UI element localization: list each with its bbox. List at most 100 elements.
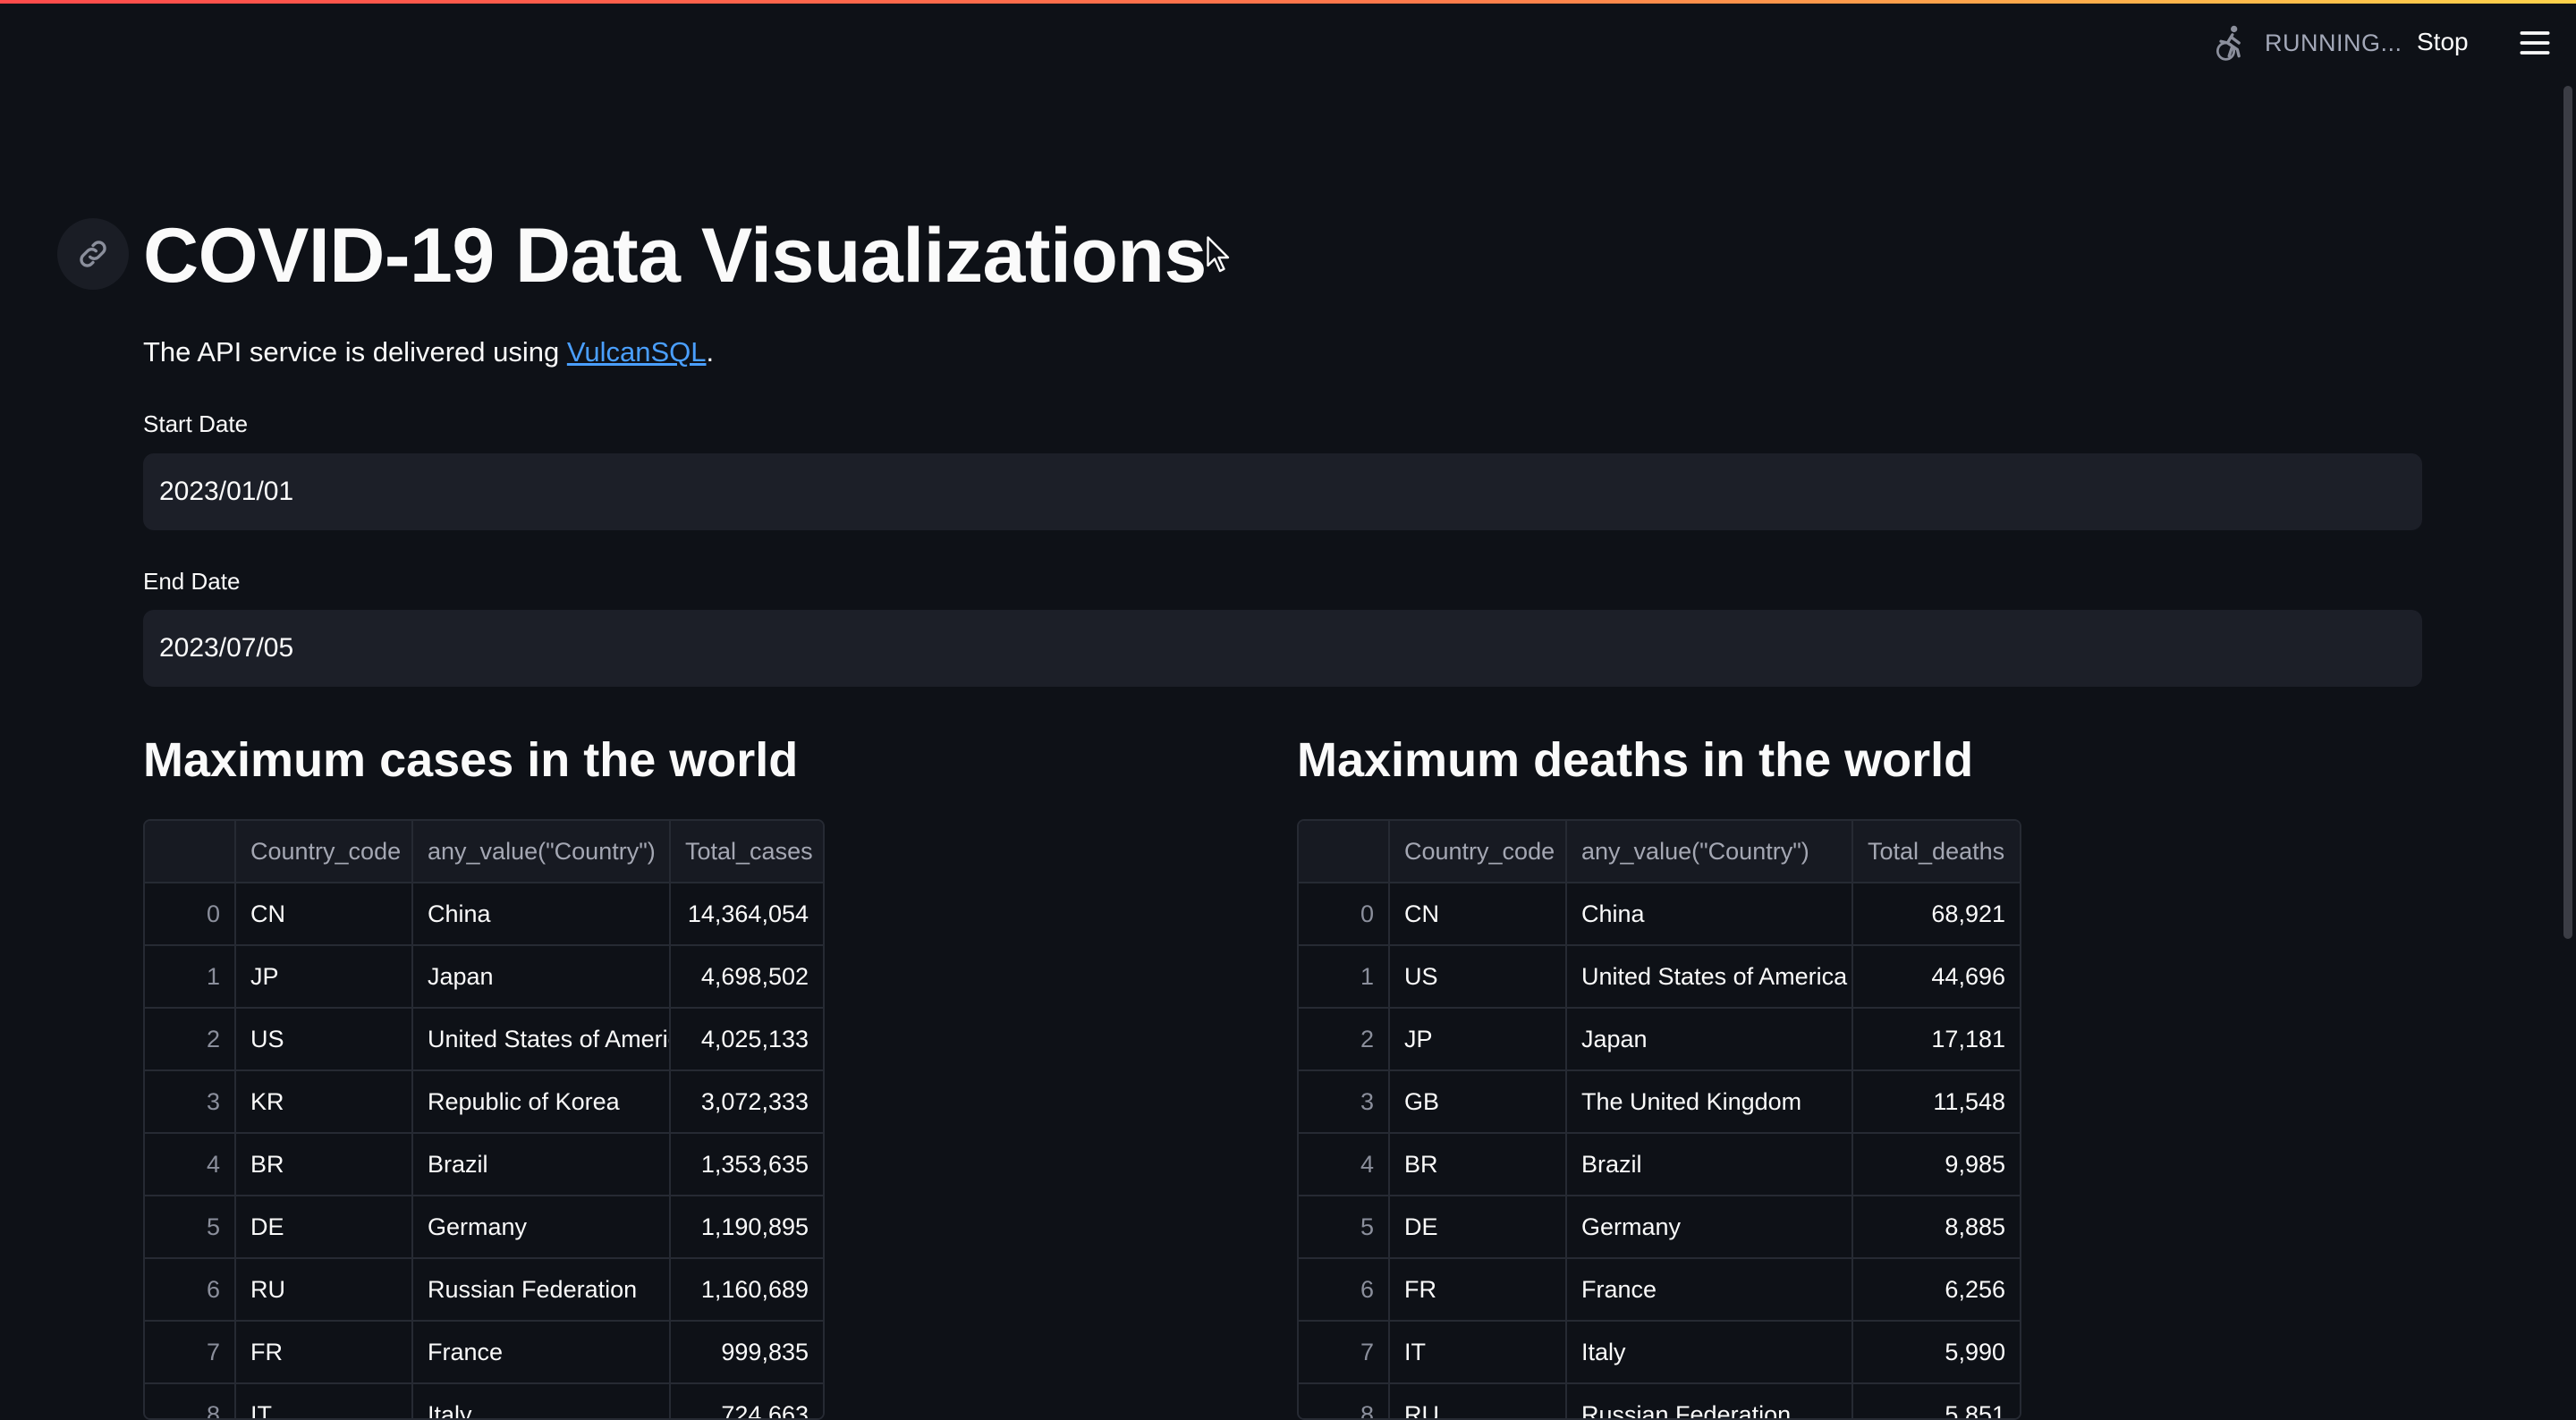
table-cell[interactable]: US xyxy=(236,1009,413,1071)
vulcansql-link[interactable]: VulcanSQL xyxy=(567,336,707,368)
table-cell[interactable]: FR xyxy=(236,1322,413,1384)
table-row[interactable]: 4 BR Brazil 9,985 xyxy=(1299,1134,2020,1196)
table-cell[interactable]: 5 xyxy=(145,1196,236,1259)
table-cell[interactable]: 2 xyxy=(1299,1009,1390,1071)
table-cell[interactable]: 8,885 xyxy=(1853,1196,2020,1259)
table-cell[interactable]: China xyxy=(1567,883,1853,946)
table-cell[interactable]: 17,181 xyxy=(1853,1009,2020,1071)
table-row[interactable]: 1 JP Japan 4,698,502 xyxy=(145,946,823,1009)
table-cell[interactable]: United States of America xyxy=(1567,946,1853,1009)
page-scrollbar[interactable] xyxy=(2563,86,2572,939)
table-cell[interactable]: France xyxy=(413,1322,671,1384)
column-header[interactable] xyxy=(145,821,236,883)
table-cell[interactable]: 7 xyxy=(145,1322,236,1384)
table-cell[interactable]: United States of America xyxy=(413,1009,671,1071)
table-cell[interactable]: 9,985 xyxy=(1853,1134,2020,1196)
table-cell[interactable]: 6 xyxy=(145,1259,236,1322)
deaths-table[interactable]: Country_code any_value("Country") Total_de… xyxy=(1297,819,2021,1420)
table-cell[interactable]: DE xyxy=(1390,1196,1567,1259)
hamburger-menu-icon[interactable] xyxy=(2515,23,2555,63)
table-row[interactable]: 5 DE Germany 8,885 xyxy=(1299,1196,2020,1259)
table-cell[interactable]: 3 xyxy=(1299,1071,1390,1134)
table-row[interactable]: 8 IT Italy 724,663 xyxy=(145,1384,823,1418)
table-cell[interactable]: KR xyxy=(236,1071,413,1134)
end-date-input[interactable] xyxy=(143,610,2422,687)
table-cell[interactable]: JP xyxy=(1390,1009,1567,1071)
table-cell[interactable]: 11,548 xyxy=(1853,1071,2020,1134)
table-cell[interactable]: 4 xyxy=(145,1134,236,1196)
table-cell[interactable]: CN xyxy=(1390,883,1567,946)
table-cell[interactable]: 4,698,502 xyxy=(671,946,823,1009)
start-date-input[interactable] xyxy=(143,453,2422,530)
column-header[interactable]: Country_code xyxy=(1390,821,1567,883)
table-cell[interactable]: 0 xyxy=(145,883,236,946)
table-row[interactable]: 2 JP Japan 17,181 xyxy=(1299,1009,2020,1071)
table-cell[interactable]: GB xyxy=(1390,1071,1567,1134)
table-cell[interactable]: RU xyxy=(1390,1384,1567,1418)
column-header[interactable]: Country_code xyxy=(236,821,413,883)
table-cell[interactable]: 8 xyxy=(1299,1384,1390,1418)
table-cell[interactable]: Italy xyxy=(1567,1322,1853,1384)
table-cell[interactable]: 44,696 xyxy=(1853,946,2020,1009)
table-cell[interactable]: France xyxy=(1567,1259,1853,1322)
table-row[interactable]: 5 DE Germany 1,190,895 xyxy=(145,1196,823,1259)
table-cell[interactable]: 8 xyxy=(145,1384,236,1418)
table-cell[interactable]: US xyxy=(1390,946,1567,1009)
table-row[interactable]: 7 IT Italy 5,990 xyxy=(1299,1322,2020,1384)
column-header[interactable]: Total_deaths xyxy=(1853,821,2020,883)
table-cell[interactable]: 4,025,133 xyxy=(671,1009,823,1071)
table-cell[interactable]: 724,663 xyxy=(671,1384,823,1418)
table-cell[interactable]: Brazil xyxy=(413,1134,671,1196)
table-cell[interactable]: 5,990 xyxy=(1853,1322,2020,1384)
table-cell[interactable]: 999,835 xyxy=(671,1322,823,1384)
table-cell[interactable]: Russian Federation xyxy=(1567,1384,1853,1418)
table-cell[interactable]: RU xyxy=(236,1259,413,1322)
table-cell[interactable]: 4 xyxy=(1299,1134,1390,1196)
column-header[interactable] xyxy=(1299,821,1390,883)
table-row[interactable]: 3 KR Republic of Korea 3,072,333 xyxy=(145,1071,823,1134)
table-row[interactable]: 0 CN China 68,921 xyxy=(1299,883,2020,946)
table-cell[interactable]: DE xyxy=(236,1196,413,1259)
table-cell[interactable]: 1 xyxy=(145,946,236,1009)
column-header[interactable]: Total_cases xyxy=(671,821,823,883)
table-row[interactable]: 6 FR France 6,256 xyxy=(1299,1259,2020,1322)
column-header[interactable]: any_value("Country") xyxy=(1567,821,1853,883)
table-cell[interactable]: Germany xyxy=(413,1196,671,1259)
table-cell[interactable]: IT xyxy=(236,1384,413,1418)
column-header[interactable]: any_value("Country") xyxy=(413,821,671,883)
table-cell[interactable]: Japan xyxy=(413,946,671,1009)
table-cell[interactable]: 6 xyxy=(1299,1259,1390,1322)
table-cell[interactable]: 1,353,635 xyxy=(671,1134,823,1196)
table-cell[interactable]: 3 xyxy=(145,1071,236,1134)
table-cell[interactable]: Italy xyxy=(413,1384,671,1418)
table-cell[interactable]: 5,851 xyxy=(1853,1384,2020,1418)
table-cell[interactable]: FR xyxy=(1390,1259,1567,1322)
table-cell[interactable]: 7 xyxy=(1299,1322,1390,1384)
stop-button[interactable]: Stop xyxy=(2402,21,2483,63)
table-cell[interactable]: JP xyxy=(236,946,413,1009)
table-cell[interactable]: BR xyxy=(1390,1134,1567,1196)
table-row[interactable]: 4 BR Brazil 1,353,635 xyxy=(145,1134,823,1196)
table-cell[interactable]: Germany xyxy=(1567,1196,1853,1259)
table-cell[interactable]: 6,256 xyxy=(1853,1259,2020,1322)
table-cell[interactable]: 68,921 xyxy=(1853,883,2020,946)
table-cell[interactable]: Republic of Korea xyxy=(413,1071,671,1134)
table-row[interactable]: 7 FR France 999,835 xyxy=(145,1322,823,1384)
table-cell[interactable]: Brazil xyxy=(1567,1134,1853,1196)
table-row[interactable]: 0 CN China 14,364,054 xyxy=(145,883,823,946)
table-cell[interactable]: 1,190,895 xyxy=(671,1196,823,1259)
table-cell[interactable]: IT xyxy=(1390,1322,1567,1384)
table-cell[interactable]: China xyxy=(413,883,671,946)
table-cell[interactable]: Russian Federation xyxy=(413,1259,671,1322)
table-cell[interactable]: Japan xyxy=(1567,1009,1853,1071)
table-cell[interactable]: 2 xyxy=(145,1009,236,1071)
table-cell[interactable]: 1,160,689 xyxy=(671,1259,823,1322)
table-row[interactable]: 6 RU Russian Federation 1,160,689 xyxy=(145,1259,823,1322)
table-row[interactable]: 8 RU Russian Federation 5,851 xyxy=(1299,1384,2020,1418)
table-cell[interactable]: 1 xyxy=(1299,946,1390,1009)
table-cell[interactable]: The United Kingdom xyxy=(1567,1071,1853,1134)
table-cell[interactable]: 14,364,054 xyxy=(671,883,823,946)
table-cell[interactable]: 5 xyxy=(1299,1196,1390,1259)
title-anchor-link[interactable] xyxy=(57,218,129,290)
table-cell[interactable]: 3,072,333 xyxy=(671,1071,823,1134)
